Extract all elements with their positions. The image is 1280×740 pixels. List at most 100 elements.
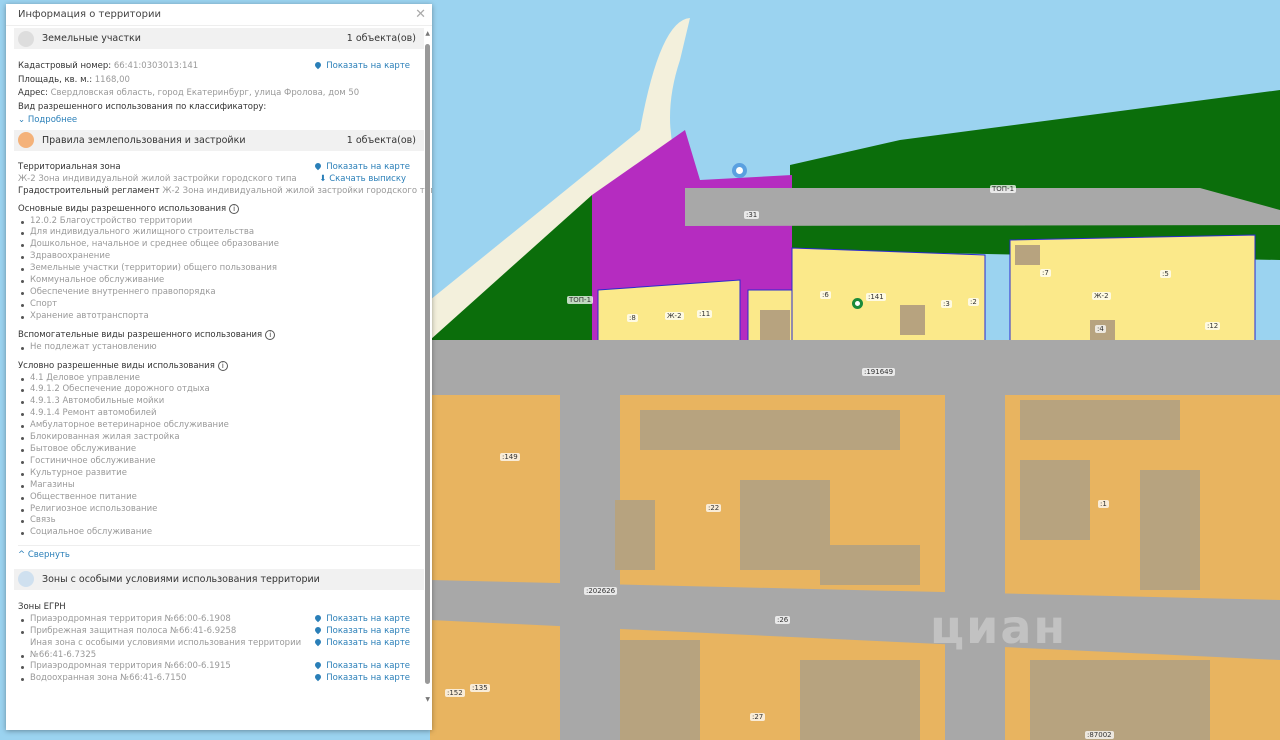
map-label: :1 bbox=[1098, 500, 1109, 508]
egrn-zones-list: Приаэродромная территория №66:00-6.1908 П… bbox=[18, 614, 420, 685]
list-item: Бытовое обслуживание bbox=[18, 444, 420, 456]
list-item: Обеспечение внутреннего правопорядка bbox=[18, 287, 420, 299]
list-item: Общественное питание bbox=[18, 492, 420, 504]
list-item: Дошкольное, начальное и среднее общее об… bbox=[18, 239, 420, 251]
map-label: Ж-2 bbox=[1092, 292, 1111, 300]
map-label: :7 bbox=[1040, 269, 1051, 277]
section-count: 1 объекта(ов) bbox=[346, 134, 416, 146]
section-land-plots[interactable]: Земельные участки 1 объекта(ов) bbox=[14, 28, 424, 49]
section-count: 1 объекта(ов) bbox=[346, 33, 416, 44]
list-item: Гостиничное обслуживание bbox=[18, 456, 420, 468]
info-icon[interactable]: i bbox=[229, 203, 240, 214]
road bbox=[430, 340, 1280, 400]
list-item: 4.1 Деловое управление bbox=[18, 373, 420, 385]
map-label: :141 bbox=[866, 293, 886, 301]
info-icon[interactable]: i bbox=[265, 329, 276, 340]
map-label: ТОП-1 bbox=[990, 185, 1017, 193]
map-pin-icon bbox=[314, 661, 323, 670]
road bbox=[685, 188, 1280, 226]
list-item: Коммунальное обслуживание bbox=[18, 275, 420, 287]
conditional-uses-title: Условно разрешенные виды использования bbox=[18, 360, 215, 371]
show-on-map-link[interactable]: Показать на карте bbox=[314, 161, 410, 172]
aux-uses-list: Не подлежат установлению bbox=[18, 342, 420, 354]
section-title: Правила землепользования и застройки bbox=[42, 134, 246, 146]
map-pin-icon bbox=[314, 626, 323, 635]
list-item: Религиозное использование bbox=[18, 504, 420, 516]
show-on-map-link[interactable]: Показать на карте bbox=[314, 626, 410, 636]
map-label: :26 bbox=[775, 616, 791, 624]
more-link[interactable]: ⌄ Подробнее bbox=[18, 114, 420, 128]
territory-info-panel: Информация о территории ✕ Земельные участ… bbox=[6, 4, 432, 730]
panel-title: Информация о территории bbox=[18, 9, 161, 20]
area-label: Площадь, кв. м.: bbox=[18, 74, 93, 85]
panel-content[interactable]: Земельные участки 1 объекта(ов) Показать … bbox=[6, 26, 432, 716]
poi-marker[interactable] bbox=[732, 163, 747, 178]
close-icon[interactable]: ✕ bbox=[415, 7, 426, 22]
zones-icon bbox=[18, 571, 34, 588]
regulation-label: Градостроительный регламент bbox=[18, 185, 160, 196]
watermark-logo: циан bbox=[930, 600, 1068, 654]
list-item: Амбулаторное ветеринарное обслуживание bbox=[18, 420, 420, 432]
map-label: :4 bbox=[1095, 325, 1106, 333]
show-on-map-link[interactable]: Показать на карте bbox=[314, 661, 410, 671]
show-on-map-link[interactable]: Показать на карте bbox=[314, 614, 410, 624]
map-label: :8 bbox=[627, 314, 638, 322]
map-label: :191649 bbox=[862, 368, 896, 376]
list-item: Блокированная жилая застройка bbox=[18, 432, 420, 444]
list-item: 12.0.2 Благоустройство территории bbox=[18, 216, 420, 228]
aux-uses-title: Вспомогательные виды разрешенного исполь… bbox=[18, 329, 263, 340]
show-on-map-link[interactable]: Показать на карте bbox=[314, 60, 410, 71]
section-title: Земельные участки bbox=[42, 33, 141, 44]
section-zoning-rules[interactable]: Правила землепользования и застройки 1 об… bbox=[14, 129, 424, 151]
map-pin-icon bbox=[314, 673, 323, 682]
list-item: №66:41-6.7325 bbox=[18, 650, 420, 662]
cadastral-value: 66:41:0303013:141 bbox=[113, 61, 199, 71]
map-pin-icon bbox=[314, 161, 323, 170]
area-value: 1168,00 bbox=[94, 74, 130, 85]
info-icon[interactable]: i bbox=[217, 360, 228, 371]
main-uses-list: 12.0.2 Благоустройство территории Для инд… bbox=[18, 216, 420, 323]
list-item: Культурное развитие bbox=[18, 468, 420, 480]
address-value: Свердловская область, город Екатеринбург… bbox=[50, 88, 360, 98]
scroll-up-arrow[interactable]: ▲ bbox=[425, 30, 430, 37]
map-label: :2 bbox=[968, 298, 979, 306]
scroll-down-arrow[interactable]: ▼ bbox=[425, 696, 430, 703]
section-special-zones[interactable]: Зоны с особыми условиями использования т… bbox=[14, 568, 424, 590]
list-item: 4.9.1.4 Ремонт автомобилей bbox=[18, 408, 420, 420]
map-label: :27 bbox=[750, 713, 766, 721]
map-pin-icon bbox=[314, 638, 323, 647]
conditional-uses-list: 4.1 Деловое управление 4.9.1.2 Обеспечени… bbox=[18, 373, 420, 540]
map-label: :22 bbox=[706, 504, 722, 512]
list-item: 4.9.1.2 Обеспечение дорожного отдыха bbox=[18, 384, 420, 396]
map-label: :6 bbox=[820, 291, 831, 299]
show-on-map-link[interactable]: Показать на карте bbox=[314, 673, 410, 683]
list-item: Для индивидуального жилищного строительс… bbox=[18, 227, 420, 239]
cadastral-label: Кадастровый номер: bbox=[18, 61, 112, 71]
main-uses-title: Основные виды разрешенного использования bbox=[18, 203, 227, 214]
grid-icon bbox=[18, 30, 34, 47]
selected-parcel-marker[interactable] bbox=[852, 298, 863, 309]
regulation-value: Ж-2 Зона индивидуальной жилой застройки … bbox=[162, 185, 432, 196]
download-extract-link[interactable]: ⬇ Скачать выписку bbox=[319, 174, 406, 184]
download-icon: ⬇ bbox=[319, 173, 330, 184]
scrollbar[interactable] bbox=[425, 44, 430, 684]
map-label: :31 bbox=[744, 211, 760, 219]
list-item: Хранение автотранспорта bbox=[18, 311, 420, 323]
road bbox=[945, 395, 1005, 740]
map-label: Ж-2 bbox=[665, 312, 684, 320]
collapse-link[interactable]: ^ Свернуть bbox=[18, 549, 420, 567]
map-label: :202626 bbox=[584, 587, 618, 595]
list-item: Не подлежат установлению bbox=[18, 342, 420, 354]
list-item: Здравоохранение bbox=[18, 251, 420, 263]
list-item: Земельные участки (территории) общего по… bbox=[18, 263, 420, 275]
map-pin-icon bbox=[314, 60, 323, 70]
egrn-zones-title: Зоны ЕГРН bbox=[18, 601, 66, 612]
map-label: :87002 bbox=[1085, 731, 1114, 739]
map-label: :12 bbox=[1205, 322, 1221, 330]
list-item: Спорт bbox=[18, 299, 420, 311]
map-label: :11 bbox=[697, 310, 713, 318]
map-label: :3 bbox=[941, 300, 952, 308]
section-title: Зоны с особыми условиями использования т… bbox=[42, 573, 320, 585]
show-on-map-link[interactable]: Показать на карте bbox=[314, 638, 410, 648]
map-label: :152 bbox=[445, 689, 465, 697]
